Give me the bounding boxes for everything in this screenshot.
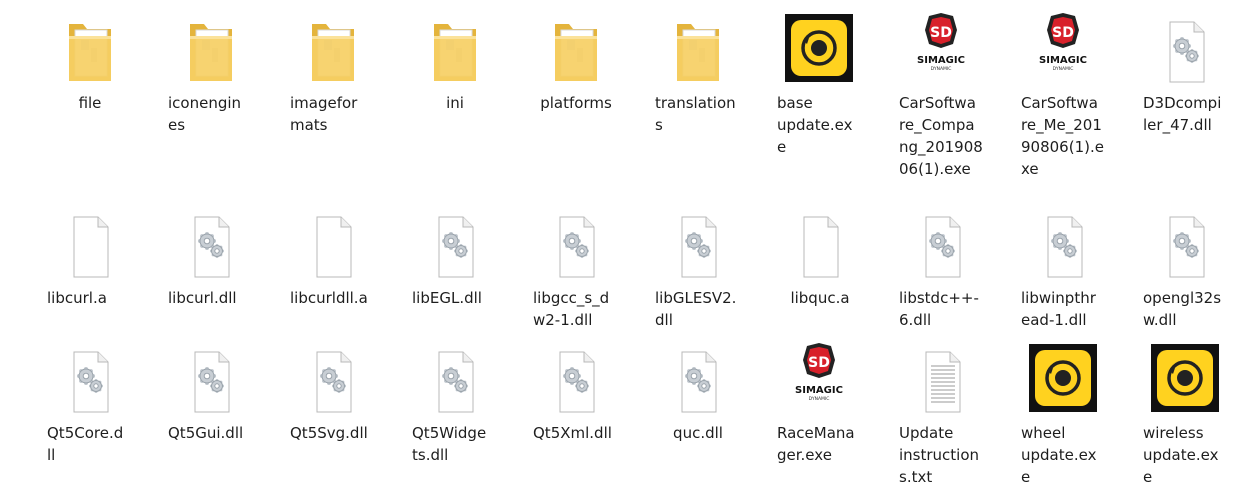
file-name-label: libstdc++- 6.dll [899, 289, 979, 329]
dll-gear-icon [1131, 205, 1241, 281]
file-name-label: libquc.a [790, 289, 850, 307]
dll-gear-icon [156, 340, 266, 416]
svg-text:DYNAMIC: DYNAMIC [809, 396, 830, 402]
dll-gear-icon [521, 205, 631, 281]
dll-gear-icon [887, 205, 997, 281]
folder-icon [278, 10, 388, 86]
file-name-label: libgcc_s_d w2-1.dll [533, 289, 610, 329]
file-name-label: Qt5Gui.dll [168, 424, 244, 442]
file-name-label: file [78, 94, 102, 112]
file-name-label: CarSoftwa re_Compa ng_201908 06(1).exe [899, 94, 983, 178]
file-name-label: base update.ex e [777, 94, 853, 156]
file-name-label: libGLESV2. dll [655, 289, 737, 329]
update-app-icon [1009, 340, 1119, 416]
file-name-label: libcurldll.a [290, 289, 368, 307]
text-file-icon [887, 340, 997, 416]
file-name-label: translation s [655, 94, 736, 134]
update-app-icon [1131, 340, 1241, 416]
file-name-label: Qt5Svg.dll [290, 424, 368, 442]
svg-text:SD: SD [930, 25, 952, 41]
blank-file-icon [35, 205, 145, 281]
svg-text:DYNAMIC: DYNAMIC [1053, 66, 1074, 72]
dll-gear-icon [643, 205, 753, 281]
file-name-label: ini [446, 94, 464, 112]
svg-text:SD: SD [1052, 25, 1074, 41]
file-name-label: libcurl.dll [168, 289, 237, 307]
dll-gear-icon [400, 340, 510, 416]
file-name-label: quc.dll [673, 424, 723, 442]
simagic-logo-icon: SD SIMAGIC DYNAMIC [887, 10, 997, 86]
file-name-label: Qt5Xml.dll [533, 424, 612, 442]
svg-text:SD: SD [808, 355, 830, 371]
file-name-label: Qt5Core.d ll [47, 424, 124, 464]
file-name-label: wireless update.ex e [1143, 424, 1219, 486]
dll-gear-icon [643, 340, 753, 416]
svg-text:SIMAGIC: SIMAGIC [795, 385, 843, 396]
dll-gear-icon [278, 340, 388, 416]
dll-gear-icon [400, 205, 510, 281]
folder-icon [643, 10, 753, 86]
file-name-label: opengl32s w.dll [1143, 289, 1222, 329]
folder-icon [521, 10, 631, 86]
file-name-label: libwinpthr ead-1.dll [1021, 289, 1096, 329]
file-name-label: iconengin es [168, 94, 242, 134]
file-name-label: imagefor mats [290, 94, 358, 134]
blank-file-icon [765, 205, 875, 281]
simagic-logo-icon: SD SIMAGIC DYNAMIC [1009, 10, 1119, 86]
blank-file-icon [278, 205, 388, 281]
file-name-label: CarSoftwa re_Me_201 90806(1).e xe [1021, 94, 1104, 178]
file-name-label: platforms [540, 94, 612, 112]
folder-icon [156, 10, 266, 86]
file-name-label: Qt5Widge ts.dll [412, 424, 487, 464]
folder-icon [35, 10, 145, 86]
file-name-label: RaceMana ger.exe [777, 424, 855, 464]
file-name-label: libEGL.dll [412, 289, 482, 307]
file-grid: file iconengin es imagefor mats ini platfo… [0, 0, 1246, 490]
update-app-icon [765, 10, 875, 86]
dll-gear-icon [35, 340, 145, 416]
folder-icon [400, 10, 510, 86]
file-name-label: Update instruction s.txt [899, 424, 980, 486]
svg-text:DYNAMIC: DYNAMIC [931, 66, 952, 72]
dll-gear-icon [1131, 10, 1241, 86]
dll-gear-icon [521, 340, 631, 416]
file-name-label: D3Dcompi ler_47.dll [1143, 94, 1222, 134]
svg-text:SIMAGIC: SIMAGIC [917, 55, 965, 66]
dll-gear-icon [1009, 205, 1119, 281]
simagic-logo-icon: SD SIMAGIC DYNAMIC [765, 340, 875, 416]
svg-text:SIMAGIC: SIMAGIC [1039, 55, 1087, 66]
file-name-label: wheel update.ex e [1021, 424, 1097, 486]
file-name-label: libcurl.a [47, 289, 107, 307]
dll-gear-icon [156, 205, 266, 281]
